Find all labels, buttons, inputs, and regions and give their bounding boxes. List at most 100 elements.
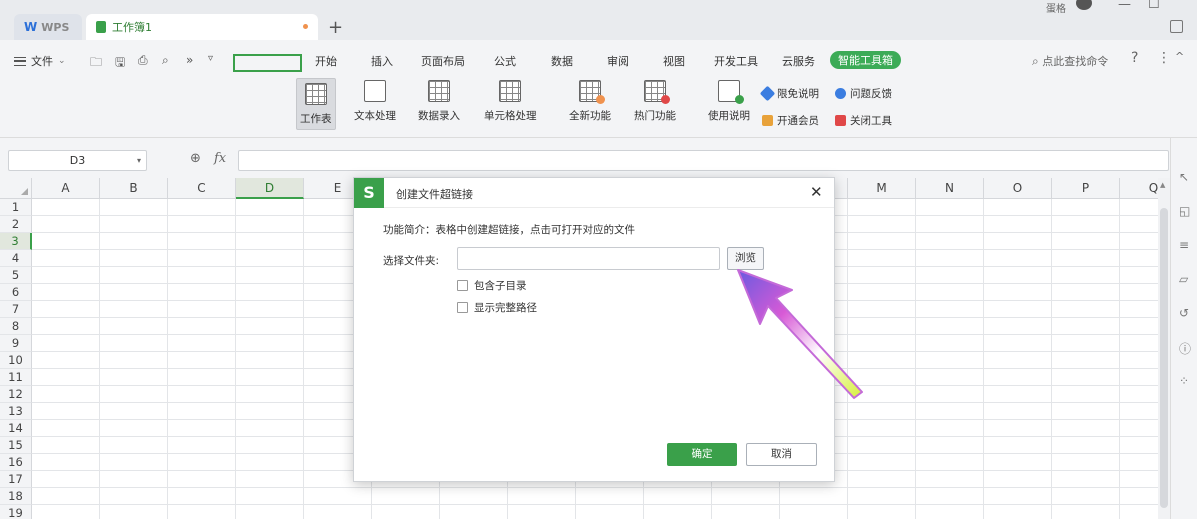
row-header-8[interactable]: 8 [0,318,32,335]
cancel-button[interactable]: 取消 [746,443,817,466]
save-icon[interactable]: 🖫 [115,53,125,74]
print-preview-icon[interactable]: ⌕ [162,53,169,68]
tab-view[interactable]: 视图 [663,53,685,69]
row-header-7[interactable]: 7 [0,301,32,318]
help-circle-icon[interactable]: ⓘ [1179,340,1191,357]
text-processing-button[interactable]: 文本处理 [354,80,396,123]
column-header-o[interactable]: O [984,178,1052,199]
close-icon[interactable]: ✕ [810,183,823,201]
comment-icon[interactable]: ▱ [1179,272,1188,286]
formula-input[interactable] [238,150,1169,171]
show-full-path-label: 显示完整路径 [474,302,537,314]
minimize-button[interactable]: — [1118,0,1131,12]
tab-review[interactable]: 审阅 [607,53,629,69]
sidebar-toggle-icon[interactable] [1170,20,1183,33]
row-header-9[interactable]: 9 [0,335,32,352]
name-box[interactable]: D3 ▾ [8,150,147,171]
row-header-10[interactable]: 10 [0,352,32,369]
more-options-icon[interactable]: ⋮ [1157,50,1171,66]
tab-cloud-services[interactable]: 云服务 [782,53,815,69]
collapse-ribbon-icon[interactable]: ^ [1175,50,1184,63]
column-header-b[interactable]: B [100,178,168,199]
column-header-a[interactable]: A [32,178,100,199]
shapes-icon[interactable]: ◱ [1179,204,1190,218]
usage-guide-button[interactable]: 使用说明 [708,80,750,123]
column-header-m[interactable]: M [848,178,916,199]
close-tools-label: 关闭工具 [850,115,892,127]
cell-processing-button[interactable]: 单元格处理 [484,80,537,123]
avatar[interactable] [1076,0,1092,10]
row-header-11[interactable]: 11 [0,369,32,386]
close-tools-button[interactable]: 关闭工具 [835,113,892,128]
cursor-icon[interactable]: ↖ [1179,170,1189,184]
show-full-path-checkbox[interactable]: 显示完整路径 [457,300,537,315]
column-header-n[interactable]: N [916,178,984,199]
history-icon[interactable]: ↺ [1179,306,1189,320]
more-quick-access-icon[interactable]: » [186,53,193,67]
scrollbar-thumb[interactable] [1160,208,1168,508]
command-search-label: 点此查找命令 [1042,55,1109,68]
new-features-button[interactable]: 全新功能 [569,80,611,123]
user-name[interactable]: 蛋格 [1046,0,1066,15]
unsaved-dot-icon [303,24,308,29]
row-header-4[interactable]: 4 [0,250,32,267]
active-cell-d3[interactable] [233,54,302,72]
tab-home[interactable]: 开始 [315,53,337,69]
column-header-d[interactable]: D [236,178,304,199]
data-entry-button[interactable]: 数据录入 [418,80,460,123]
tab-formulas[interactable]: 公式 [494,53,516,69]
file-menu-label: 文件 [31,55,53,68]
question-icon [835,88,846,99]
row-header-14[interactable]: 14 [0,420,32,437]
row-header-2[interactable]: 2 [0,216,32,233]
membership-button[interactable]: 开通会员 [762,113,819,128]
ok-button[interactable]: 确定 [667,443,737,466]
checkbox-icon[interactable] [457,280,468,291]
apps-grid-icon[interactable]: ⁘ [1179,374,1189,388]
membership-label: 开通会员 [777,115,819,127]
command-search[interactable]: ⌕ 点此查找命令 [1032,53,1108,69]
file-menu-button[interactable]: 文件 ⌄ [14,53,66,69]
column-header-q[interactable]: Q [1120,178,1158,199]
checkbox-icon[interactable] [457,302,468,313]
folder-path-input[interactable] [457,247,720,270]
vertical-scrollbar[interactable]: ▲ [1158,178,1170,519]
feedback-button[interactable]: 问题反馈 [835,86,892,101]
tab-data[interactable]: 数据 [551,53,573,69]
row-header-3[interactable]: 3 [0,233,32,250]
row-header-5[interactable]: 5 [0,267,32,284]
tab-wps-home[interactable]: W WPS [14,14,82,40]
row-header-6[interactable]: 6 [0,284,32,301]
customize-quick-access-icon[interactable]: ▿ [208,53,213,64]
scroll-up-icon[interactable]: ▲ [1160,181,1165,189]
tab-page-layout[interactable]: 页面布局 [421,53,465,69]
open-icon[interactable]: 🗀 [90,53,102,74]
insert-function-icon[interactable]: fx [214,151,226,166]
maximize-button[interactable]: ☐ [1148,0,1160,12]
feature-description: 功能简介：表格中创建超链接，点击可打开对应的文件 [383,224,635,236]
row-header-17[interactable]: 17 [0,471,32,488]
worksheet-tool-button[interactable]: 工作表 [296,78,336,130]
hot-features-button[interactable]: 热门功能 [634,80,676,123]
include-subdirectories-checkbox[interactable]: 包含子目录 [457,278,527,293]
row-header-15[interactable]: 15 [0,437,32,454]
column-header-p[interactable]: P [1052,178,1120,199]
row-header-18[interactable]: 18 [0,488,32,505]
tab-smart-toolbox[interactable]: 智能工具箱 [830,51,901,69]
help-icon[interactable]: ? [1131,50,1138,66]
row-header-19[interactable]: 19 [0,505,32,519]
tab-developer[interactable]: 开发工具 [714,53,758,69]
row-header-13[interactable]: 13 [0,403,32,420]
row-header-1[interactable]: 1 [0,199,32,216]
column-header-c[interactable]: C [168,178,236,199]
row-header-16[interactable]: 16 [0,454,32,471]
select-all-corner[interactable] [0,178,32,199]
zoom-icon[interactable]: ⊕ [190,151,201,166]
row-header-12[interactable]: 12 [0,386,32,403]
tab-workbook[interactable]: 工作簿1 [86,14,318,40]
list-icon[interactable]: ≡ [1179,238,1189,252]
new-tab-button[interactable]: + [328,17,343,38]
print-icon[interactable]: ⎙ [138,53,148,68]
tab-insert[interactable]: 插入 [371,53,393,69]
free-trial-info-button[interactable]: 限免说明 [759,85,819,102]
